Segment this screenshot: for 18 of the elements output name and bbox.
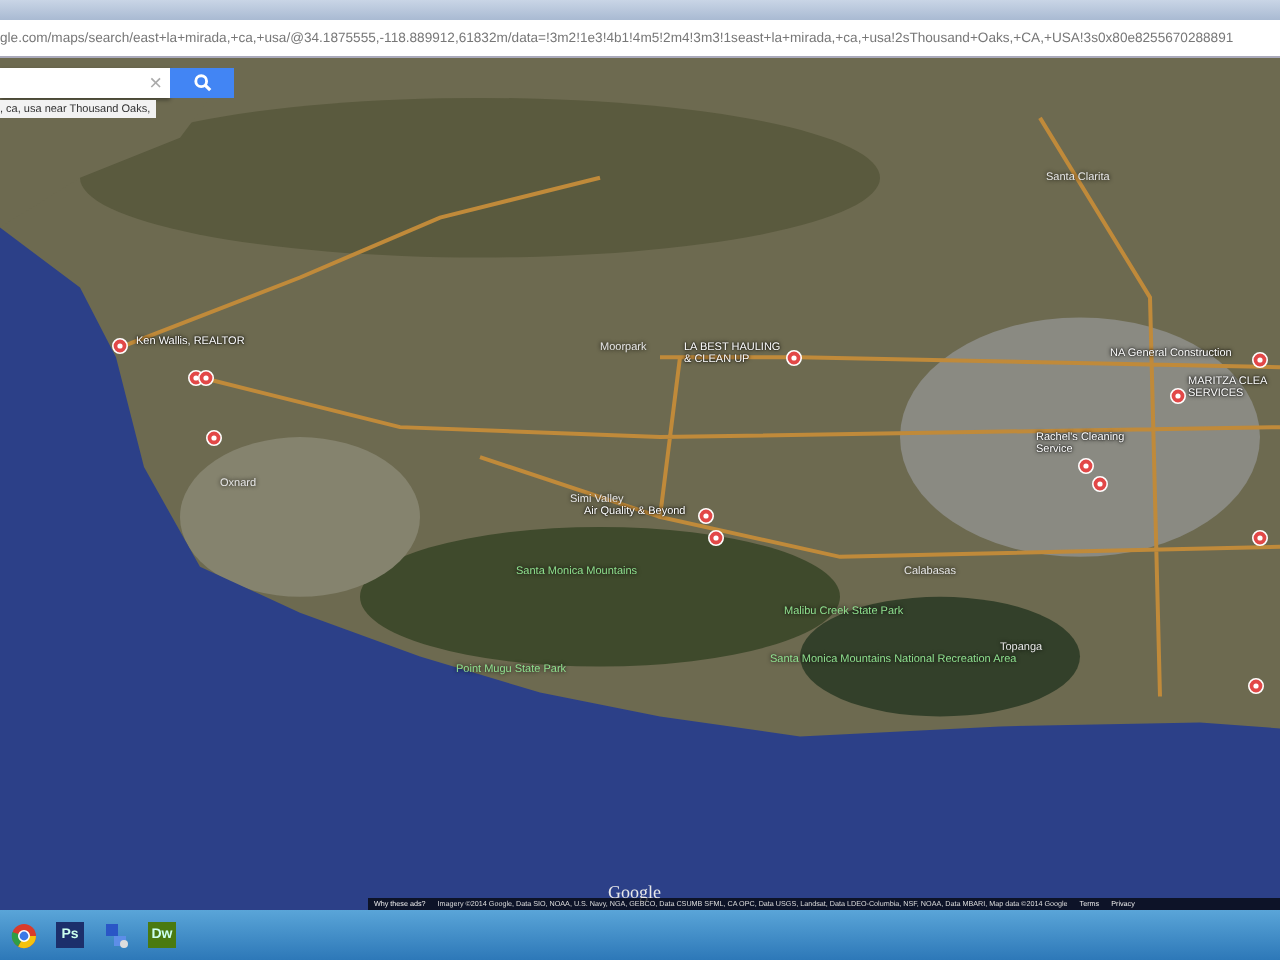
search-icon (193, 74, 211, 92)
google-logo: Google (608, 882, 661, 902)
map-marker-icon[interactable] (708, 530, 724, 546)
map-marker-icon[interactable] (698, 508, 714, 524)
map-marker-icon[interactable] (1170, 388, 1186, 404)
map-marker-icon[interactable] (1252, 352, 1268, 368)
map-marker-icon[interactable] (1248, 678, 1264, 694)
map-marker-icon[interactable] (1092, 476, 1108, 492)
search-button[interactable] (170, 68, 234, 98)
satellite-map[interactable] (0, 58, 1280, 910)
browser-icon[interactable] (10, 921, 38, 949)
map-marker-icon[interactable] (198, 370, 214, 386)
map-marker-icon[interactable] (786, 350, 802, 366)
map-marker-icon[interactable] (1252, 530, 1268, 546)
map-marker-icon[interactable] (112, 338, 128, 354)
map-marker-icon[interactable] (206, 430, 222, 446)
map-marker-icon[interactable] (1078, 458, 1094, 474)
network-icon[interactable] (102, 921, 130, 949)
